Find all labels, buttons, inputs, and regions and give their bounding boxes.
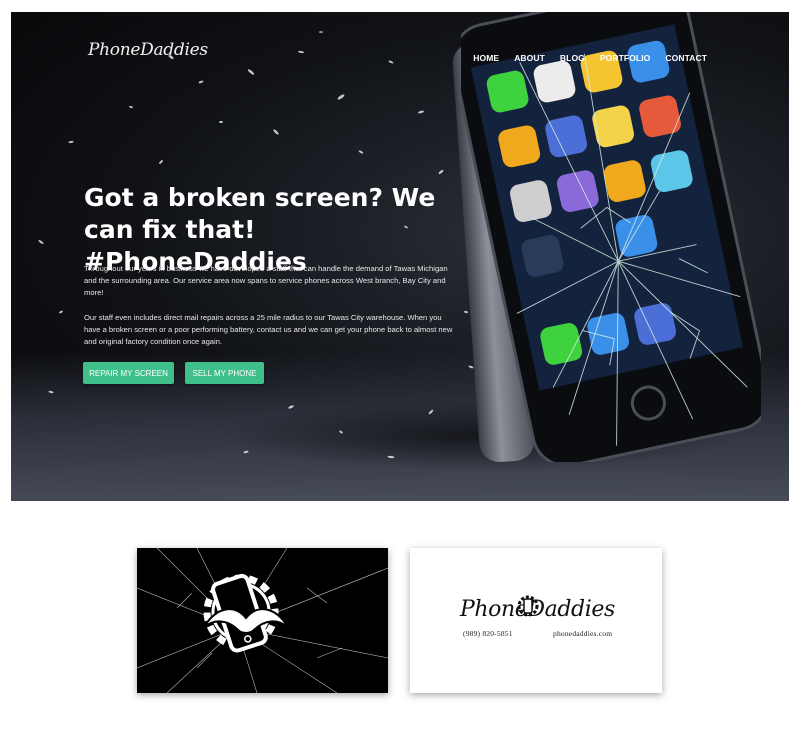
cracked-phone-illustration: [461, 12, 761, 462]
nav-item-home[interactable]: HOME: [473, 53, 499, 63]
hero-paragraph-2: Our staff even includes direct mail repa…: [84, 313, 453, 346]
brand-logo[interactable]: PhoneDaddies: [88, 34, 208, 70]
business-card-front: PhoneDaddies (989) 820-5851 phonedaddies…: [410, 548, 662, 693]
brand-logo-text: PhoneDaddies: [88, 40, 208, 60]
nav-item-contact[interactable]: CONTACT: [665, 53, 707, 63]
hero-section: PhoneDaddies HOME ABOUT BLOG PORTFOLIO C…: [11, 12, 789, 501]
sell-my-phone-button[interactable]: SELL MY PHONE: [185, 362, 264, 384]
hero-paragraph-1: Throughout our years in business we have…: [84, 264, 448, 297]
repair-my-screen-button[interactable]: REPAIR MY SCREEN: [83, 362, 174, 384]
cracked-glass-emblem: [137, 548, 388, 693]
nav-item-portfolio[interactable]: PORTFOLIO: [600, 53, 650, 63]
card-phone-number: (989) 820-5851: [463, 629, 513, 638]
business-card-back: [137, 548, 388, 693]
main-nav: HOME ABOUT BLOG PORTFOLIO CONTACT: [473, 53, 707, 63]
gear-icon: [517, 595, 539, 617]
nav-item-blog[interactable]: BLOG: [560, 53, 585, 63]
card-website: phonedaddies.com: [553, 629, 613, 638]
nav-item-about[interactable]: ABOUT: [514, 53, 545, 63]
